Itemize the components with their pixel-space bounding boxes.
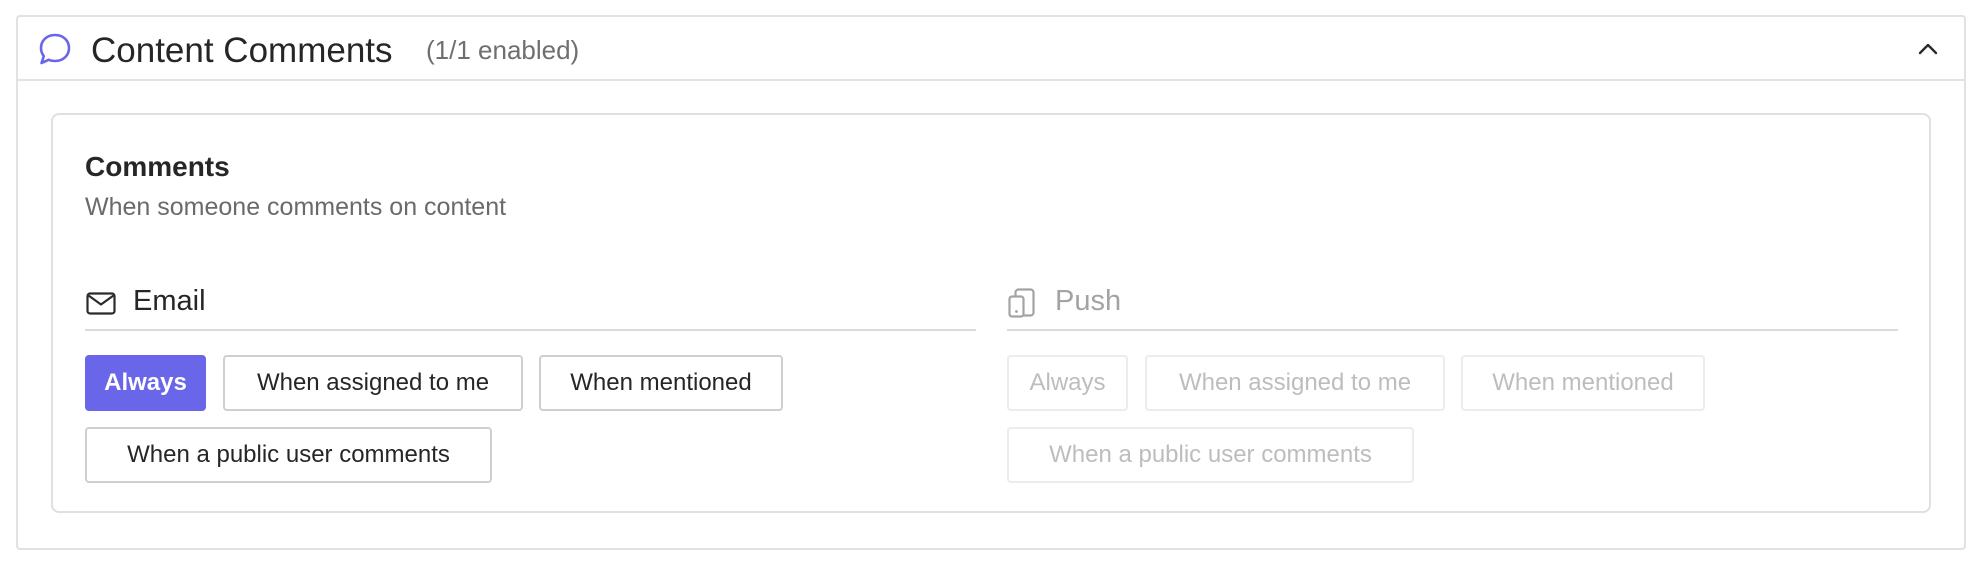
push-channel-header: Push: [1007, 275, 1898, 331]
mobile-device-icon: [1008, 288, 1035, 318]
email-label: Email: [133, 285, 206, 317]
push-always-button[interactable]: Always: [1007, 355, 1128, 411]
content-comments-section: Content Comments (1/1 enabled) Comments …: [16, 15, 1966, 550]
push-label: Push: [1055, 285, 1122, 317]
comments-card: Comments When someone comments on conten…: [51, 113, 1931, 513]
email-assigned-button[interactable]: When assigned to me: [223, 355, 523, 411]
push-public-user-button[interactable]: When a public user comments: [1007, 427, 1414, 483]
chevron-up-icon[interactable]: [1914, 37, 1942, 61]
email-channel: Email Always When assigned to me When me…: [85, 275, 976, 483]
push-channel: Push Always When assigned to me When men…: [1007, 275, 1898, 483]
email-public-user-button[interactable]: When a public user comments: [85, 427, 492, 483]
envelope-icon: [86, 292, 116, 315]
card-description: When someone comments on content: [85, 193, 507, 221]
email-channel-header: Email: [85, 275, 976, 331]
push-assigned-button[interactable]: When assigned to me: [1145, 355, 1445, 411]
email-mentioned-button[interactable]: When mentioned: [539, 355, 783, 411]
push-mentioned-button[interactable]: When mentioned: [1461, 355, 1705, 411]
section-header[interactable]: Content Comments (1/1 enabled): [18, 17, 1964, 81]
section-title: Content Comments: [91, 31, 393, 70]
enabled-count: (1/1 enabled): [426, 35, 580, 65]
email-always-button[interactable]: Always: [85, 355, 206, 411]
chat-bubble-icon: [39, 33, 71, 65]
card-title: Comments: [85, 151, 230, 182]
